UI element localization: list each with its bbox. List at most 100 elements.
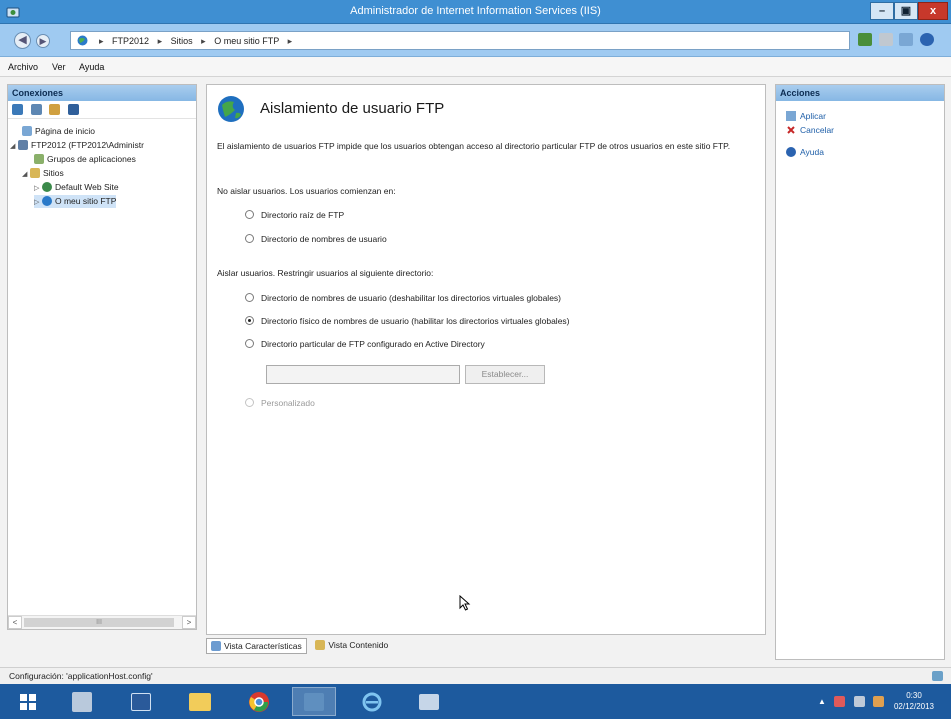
ftp-isolation-globe-icon xyxy=(218,96,244,122)
save-icon[interactable] xyxy=(30,104,42,116)
app-window-icon xyxy=(419,693,439,710)
internet-explorer-icon xyxy=(362,692,382,711)
breadcrumb-separator-icon: ▸ xyxy=(157,36,163,46)
status-text: Configuración: 'applicationHost.config' xyxy=(9,671,153,681)
features-view-icon xyxy=(211,641,221,651)
disconnect-icon[interactable] xyxy=(67,104,79,116)
menu-ver[interactable]: Ver xyxy=(52,62,66,72)
flag-icon[interactable] xyxy=(853,696,865,708)
clock-date: 02/12/2013 xyxy=(893,702,935,711)
minimize-button[interactable]: – xyxy=(870,2,894,20)
scroll-left-button[interactable]: < xyxy=(8,616,22,629)
tree-sites[interactable]: ◢ Sitios xyxy=(22,167,64,180)
radio-button[interactable] xyxy=(245,339,254,348)
apply-link[interactable]: Aplicar xyxy=(786,111,826,121)
volume-icon[interactable] xyxy=(873,696,885,708)
app-pool-icon xyxy=(34,154,44,164)
scroll-right-button[interactable]: > xyxy=(182,616,196,629)
menu-ayuda[interactable]: Ayuda xyxy=(79,62,104,72)
taskbar: ▲ 0:30 02/12/2013 xyxy=(0,684,951,719)
collapse-icon[interactable]: ◢ xyxy=(22,168,30,181)
taskbar-app[interactable] xyxy=(407,687,451,716)
globe-icon xyxy=(77,35,88,46)
back-button[interactable]: ◀ xyxy=(14,32,31,49)
ad-path-field[interactable] xyxy=(266,365,460,384)
tree-home[interactable]: Página de inicio xyxy=(22,125,95,138)
tab-features-view[interactable]: Vista Características xyxy=(206,638,307,654)
taskbar-internet-explorer[interactable] xyxy=(350,687,394,716)
breadcrumb-separator-icon: ▸ xyxy=(99,36,104,46)
radio-custom[interactable]: Personalizado xyxy=(245,397,315,410)
maximize-button[interactable]: ▣ xyxy=(894,2,918,20)
radio-active-directory[interactable]: Directorio particular de FTP configurado… xyxy=(245,338,485,351)
breadcrumb[interactable]: ▸ FTP2012 ▸ Sitios ▸ O meu sitio FTP ▸ xyxy=(70,31,850,50)
tree-default-web-site[interactable]: ▷ Default Web Site xyxy=(34,181,119,194)
feature-page: Aislamiento de usuario FTP El aislamient… xyxy=(206,84,766,635)
mouse-cursor-icon xyxy=(459,595,471,611)
connect-icon[interactable] xyxy=(858,33,872,46)
window-title: Administrador de Internet Information Se… xyxy=(350,5,601,17)
menu-archivo[interactable]: Archivo xyxy=(8,62,38,72)
radio-ftp-root[interactable]: Directorio raíz de FTP xyxy=(245,209,344,222)
radio-button[interactable] xyxy=(245,210,254,219)
radio-physical-enable-global[interactable]: Directorio físico de nombres de usuario … xyxy=(245,315,570,328)
taskbar-iis-manager[interactable] xyxy=(292,687,336,716)
breadcrumb-server[interactable]: FTP2012 xyxy=(112,36,149,46)
help-icon xyxy=(786,147,796,157)
network-icon[interactable] xyxy=(834,696,846,708)
title-bar: Administrador de Internet Information Se… xyxy=(0,0,951,24)
address-bar: ◀ ▶ ▸ FTP2012 ▸ Sitios ▸ O meu sitio FTP… xyxy=(0,24,951,57)
home-icon[interactable] xyxy=(899,33,914,46)
apply-icon xyxy=(786,111,796,121)
radio-button-selected[interactable] xyxy=(245,316,254,325)
address-tools xyxy=(858,33,938,48)
breadcrumb-separator-icon: ▸ xyxy=(201,36,206,46)
page-title: Aislamiento de usuario FTP xyxy=(260,100,445,117)
forward-button[interactable]: ▶ xyxy=(36,34,50,48)
taskbar-chrome[interactable] xyxy=(237,687,281,716)
help-icon[interactable] xyxy=(919,33,934,46)
radio-button[interactable] xyxy=(245,398,254,407)
clock-time: 0:30 xyxy=(906,691,922,700)
server-manager-icon xyxy=(72,691,92,712)
radio-username-directory[interactable]: Directorio de nombres de usuario xyxy=(245,233,387,246)
stop-icon[interactable] xyxy=(878,33,893,46)
windows-icon xyxy=(20,693,36,710)
close-button[interactable]: x xyxy=(918,2,948,20)
status-bar: Configuración: 'applicationHost.config' xyxy=(0,667,951,684)
tree-app-pools[interactable]: Grupos de aplicaciones xyxy=(34,153,136,166)
set-button[interactable]: Establecer... xyxy=(465,365,545,384)
globe-icon xyxy=(42,196,52,206)
scroll-thumb[interactable]: III xyxy=(24,618,174,627)
network-status-icon xyxy=(932,671,943,681)
radio-button[interactable] xyxy=(245,234,254,243)
radio-button[interactable] xyxy=(245,293,254,302)
start-button[interactable] xyxy=(6,687,50,716)
tab-content-view[interactable]: Vista Contenido xyxy=(311,638,392,654)
show-hidden-icons-icon[interactable]: ▲ xyxy=(818,697,826,706)
expand-icon[interactable]: ▷ xyxy=(34,196,42,209)
radio-username-disable-global[interactable]: Directorio de nombres de usuario (deshab… xyxy=(245,292,561,305)
powershell-icon xyxy=(131,692,151,711)
collapse-icon[interactable]: ◢ xyxy=(10,140,18,153)
breadcrumb-ftp-site[interactable]: O meu sitio FTP xyxy=(214,36,279,46)
up-icon[interactable] xyxy=(49,104,61,116)
taskbar-explorer[interactable] xyxy=(178,687,222,716)
isolate-heading: Aislar usuarios. Restringir usuarios al … xyxy=(217,268,434,278)
help-link[interactable]: Ayuda xyxy=(786,147,824,157)
tree-server[interactable]: ◢ FTP2012 (FTP2012\Administr xyxy=(10,139,144,152)
horizontal-scrollbar[interactable]: < III > xyxy=(8,615,196,629)
taskbar-server-manager[interactable] xyxy=(60,687,104,716)
home-page-icon xyxy=(22,126,32,136)
breadcrumb-separator-icon: ▸ xyxy=(287,36,293,46)
sites-folder-icon xyxy=(30,168,40,178)
breadcrumb-sites[interactable]: Sitios xyxy=(171,36,193,46)
website-icon xyxy=(42,182,52,192)
cancel-link[interactable]: Cancelar xyxy=(786,125,834,135)
feature-description: El aislamiento de usuarios FTP impide qu… xyxy=(217,141,731,151)
expand-icon[interactable]: ▷ xyxy=(34,182,42,195)
connect-icon[interactable] xyxy=(12,104,23,116)
tree-ftp-site[interactable]: ▷ O meu sitio FTP xyxy=(34,195,117,209)
taskbar-powershell[interactable] xyxy=(119,687,163,716)
clock[interactable]: 0:30 02/12/2013 xyxy=(884,690,944,712)
